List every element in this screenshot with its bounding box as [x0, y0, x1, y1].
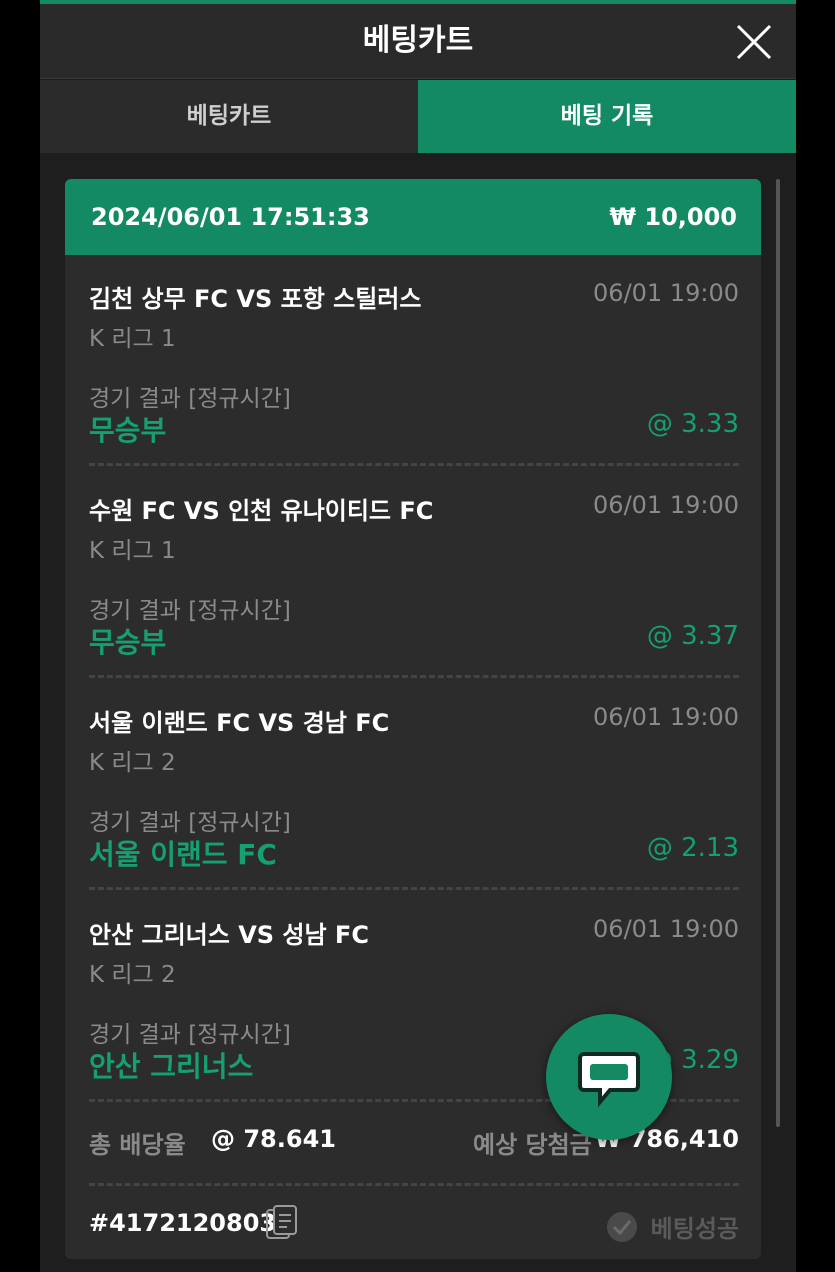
- bet-item: 안산 그리너스 VS 성남 FC 06/01 19:00 K 리그 2 경기 결…: [65, 815, 761, 1083]
- bet-status-label: 베팅성공: [650, 1215, 739, 1243]
- league-name: K 리그 1: [89, 326, 176, 352]
- match-name: 서울 이랜드 FC VS 경남 FC: [89, 709, 390, 737]
- bet-pick: 안산 그리너스: [89, 1050, 254, 1083]
- match-name: 수원 FC VS 인천 유나이티드 FC: [89, 497, 434, 525]
- chat-button[interactable]: [546, 1014, 672, 1140]
- league-name: K 리그 2: [89, 750, 176, 776]
- copy-button[interactable]: [265, 1204, 299, 1242]
- close-button[interactable]: [734, 22, 774, 62]
- chat-icon: [578, 1052, 640, 1108]
- match-name: 안산 그리너스 VS 성남 FC: [89, 921, 369, 949]
- bet-item: 김천 상무 FC VS 포항 스틸러스 06/01 19:00 K 리그 1 경…: [65, 179, 761, 447]
- scrollbar[interactable]: [776, 179, 780, 1127]
- tab-betting-cart[interactable]: 베팅카트: [40, 80, 418, 153]
- expected-payout-label: 예상 당첨금: [473, 1131, 592, 1159]
- check-circle-icon: [606, 1211, 637, 1242]
- match-time: 06/01 19:00: [593, 703, 739, 731]
- page-title: 베팅카트: [362, 23, 474, 58]
- bet-id: #4172120803: [89, 1209, 277, 1237]
- market-name: 경기 결과 [정규시간]: [89, 1022, 291, 1048]
- match-time: 06/01 19:00: [593, 279, 739, 307]
- total-odds: @ 78.641: [211, 1125, 336, 1153]
- league-name: K 리그 1: [89, 538, 176, 564]
- tab-bar: 베팅카트 베팅 기록: [40, 80, 796, 153]
- match-name: 김천 상무 FC VS 포항 스틸러스: [89, 285, 422, 313]
- close-icon: [736, 24, 772, 60]
- header: 베팅카트: [40, 4, 796, 79]
- bet-item: 수원 FC VS 인천 유나이티드 FC 06/01 19:00 K 리그 1 …: [65, 391, 761, 659]
- bet-status: 베팅성공: [605, 1209, 739, 1244]
- match-time: 06/01 19:00: [593, 491, 739, 519]
- match-time: 06/01 19:00: [593, 915, 739, 943]
- divider: [89, 1183, 739, 1186]
- tab-betting-history[interactable]: 베팅 기록: [418, 80, 796, 153]
- betting-cart-modal: 베팅카트 베팅카트 베팅 기록 2024/06/01 17:51:33 ₩ 10…: [40, 0, 796, 1272]
- bet-item: 서울 이랜드 FC VS 경남 FC 06/01 19:00 K 리그 2 경기…: [65, 603, 761, 871]
- copy-icon: [266, 1205, 297, 1239]
- total-odds-label: 총 배당율: [89, 1131, 186, 1159]
- history-scroll-area[interactable]: 2024/06/01 17:51:33 ₩ 10,000 김천 상무 FC VS…: [40, 153, 796, 1272]
- league-name: K 리그 2: [89, 962, 176, 988]
